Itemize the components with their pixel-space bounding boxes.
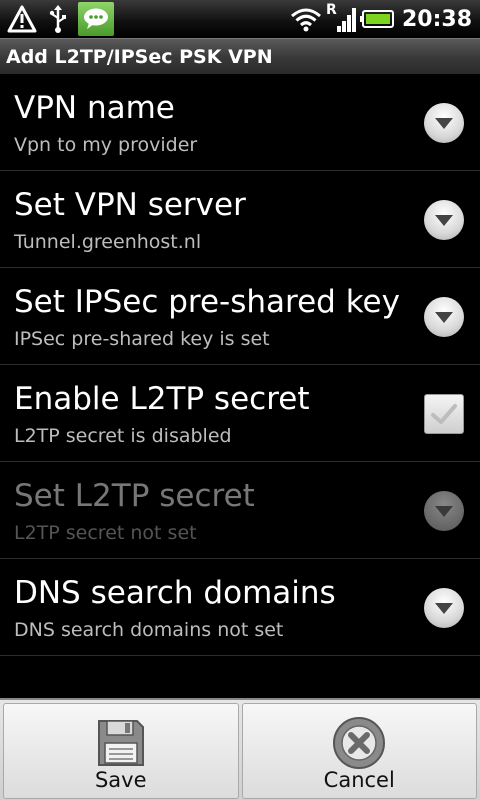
- setting-enable-l2tp-secret[interactable]: Enable L2TP secret L2TP secret is disabl…: [0, 365, 480, 462]
- wifi-icon: [288, 2, 324, 36]
- setting-vpn-name[interactable]: VPN name Vpn to my provider: [0, 74, 480, 171]
- setting-title: Set IPSec pre-shared key: [14, 284, 400, 320]
- setting-dns-search-domains[interactable]: DNS search domains DNS search domains no…: [0, 559, 480, 656]
- warning-icon: [4, 2, 40, 36]
- setting-vpn-server[interactable]: Set VPN server Tunnel.greenhost.nl: [0, 171, 480, 268]
- setting-summary: IPSec pre-shared key is set: [14, 328, 270, 350]
- setting-summary: L2TP secret not set: [14, 522, 197, 544]
- button-bar: Save Cancel: [0, 698, 480, 800]
- setting-l2tp-secret: Set L2TP secret L2TP secret not set: [0, 462, 480, 559]
- setting-title: VPN name: [14, 90, 175, 126]
- settings-list: VPN name Vpn to my provider Set VPN serv…: [0, 74, 480, 656]
- dropdown-arrow-icon[interactable]: [424, 103, 464, 143]
- l2tp-secret-checkbox[interactable]: [424, 394, 464, 434]
- save-button[interactable]: Save: [3, 703, 239, 799]
- setting-title: Set VPN server: [14, 187, 246, 223]
- usb-icon: [40, 2, 76, 36]
- setting-title: DNS search domains: [14, 575, 336, 611]
- setting-summary: L2TP secret is disabled: [14, 425, 232, 447]
- dropdown-arrow-icon[interactable]: [424, 200, 464, 240]
- battery-icon: [359, 2, 396, 36]
- dropdown-arrow-icon: [424, 491, 464, 531]
- floppy-disk-icon: [92, 714, 150, 772]
- dropdown-arrow-icon[interactable]: [424, 588, 464, 628]
- dropdown-arrow-icon[interactable]: [424, 297, 464, 337]
- setting-summary: Vpn to my provider: [14, 134, 198, 156]
- setting-title: Set L2TP secret: [14, 478, 255, 514]
- cancel-button-label: Cancel: [323, 768, 395, 792]
- chat-notification-icon: [78, 2, 114, 36]
- clock: 20:38: [401, 6, 472, 32]
- title-bar: Add L2TP/IPSec PSK VPN: [0, 38, 480, 74]
- status-bar: R 20:38: [0, 0, 480, 38]
- setting-ipsec-key[interactable]: Set IPSec pre-shared key IPSec pre-share…: [0, 268, 480, 365]
- setting-summary: Tunnel.greenhost.nl: [14, 231, 202, 253]
- setting-summary: DNS search domains not set: [14, 619, 284, 641]
- cancel-button[interactable]: Cancel: [241, 703, 477, 799]
- cancel-x-icon: [330, 714, 388, 772]
- signal-icon: R: [324, 2, 360, 36]
- setting-title: Enable L2TP secret: [14, 381, 310, 417]
- save-button-label: Save: [94, 768, 147, 792]
- roaming-indicator: R: [325, 2, 337, 18]
- page-title: Add L2TP/IPSec PSK VPN: [6, 45, 273, 68]
